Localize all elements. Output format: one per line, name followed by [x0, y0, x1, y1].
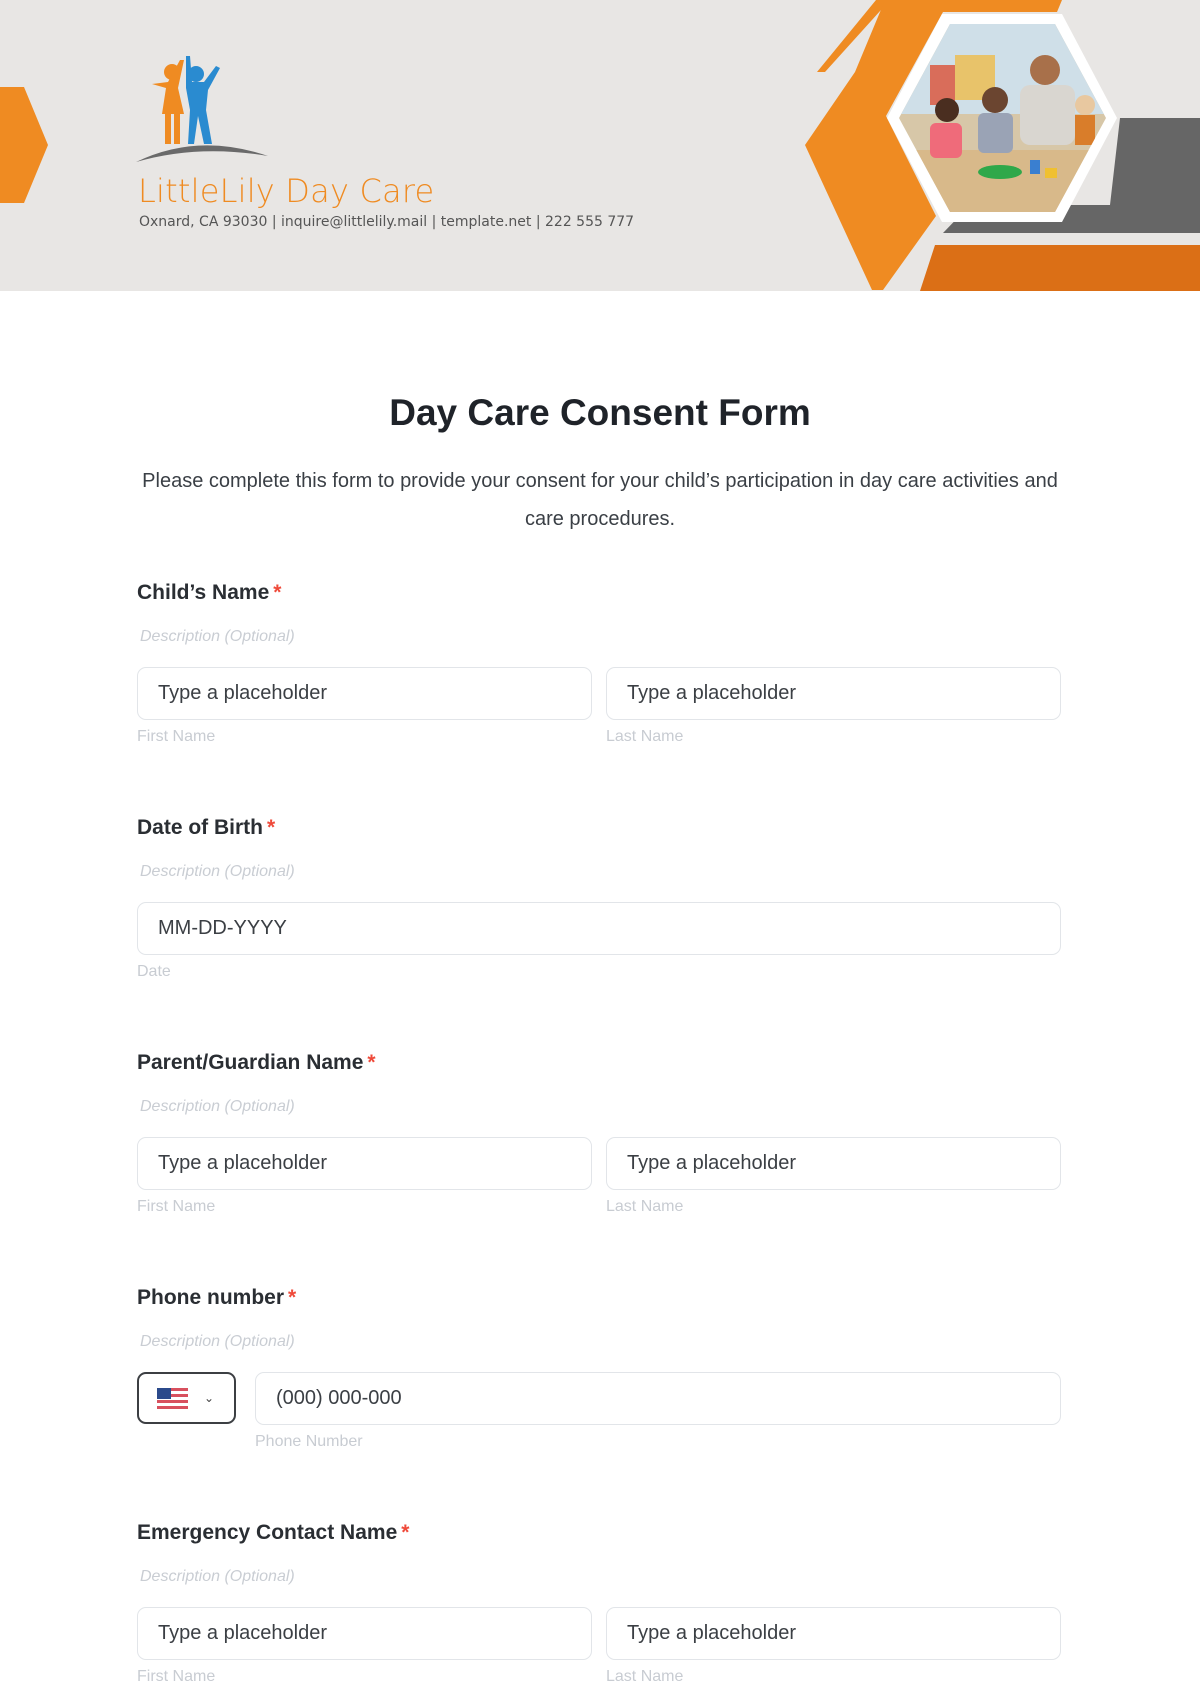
field-description[interactable]: Description (Optional) [140, 863, 295, 881]
field-label-text: Parent/Guardian Name [137, 1051, 364, 1074]
child-first-name-input[interactable]: Type a placeholder [137, 667, 592, 720]
phone-number-input[interactable]: (000) 000-000 [255, 1372, 1061, 1425]
brand-name: LittleLily Day Care [138, 172, 435, 210]
field-description[interactable]: Description (Optional) [140, 1568, 295, 1586]
chevron-down-icon: ⌄ [204, 1391, 215, 1405]
field-label-phone-number: Phone number * [137, 1286, 296, 1310]
sublabel-date: Date [137, 963, 171, 980]
required-marker: * [367, 1051, 376, 1074]
required-marker: * [273, 581, 282, 604]
required-marker: * [401, 1521, 410, 1544]
left-arrow-shape [0, 87, 48, 203]
brand-logo-icon [136, 56, 268, 162]
field-label-text: Child’s Name [137, 581, 270, 604]
field-label-text: Phone number [137, 1286, 285, 1309]
form-title: Day Care Consent Form [389, 392, 811, 433]
parent-first-name-input[interactable]: Type a placeholder [137, 1137, 592, 1190]
required-marker: * [288, 1286, 297, 1309]
sublabel-first-name: First Name [137, 728, 216, 745]
required-marker: * [267, 816, 276, 839]
emergency-last-name-input[interactable]: Type a placeholder [606, 1607, 1061, 1660]
parent-last-name-input[interactable]: Type a placeholder [606, 1137, 1061, 1190]
sublabel-phone-number: Phone Number [255, 1433, 363, 1450]
country-code-select[interactable]: ⌄ [137, 1372, 236, 1424]
form-subtitle: Please complete this form to provide you… [142, 470, 1058, 530]
sublabel-last-name: Last Name [606, 728, 684, 745]
field-label-text: Date of Birth [137, 816, 263, 839]
field-description[interactable]: Description (Optional) [140, 1098, 295, 1116]
field-description[interactable]: Description (Optional) [140, 1333, 295, 1351]
header-banner: LittleLily Day Care Oxnard, CA 93030 | i… [0, 0, 1200, 291]
child-last-name-input[interactable]: Type a placeholder [606, 667, 1061, 720]
emergency-first-name-input[interactable]: Type a placeholder [137, 1607, 592, 1660]
sublabel-last-name: Last Name [606, 1668, 684, 1685]
sublabel-first-name: First Name [137, 1198, 216, 1215]
sublabel-first-name: First Name [137, 1668, 216, 1685]
dark-orange-band-shape [920, 245, 1200, 291]
field-description[interactable]: Description (Optional) [140, 628, 295, 646]
field-label-emergency-contact-name: Emergency Contact Name * [137, 1521, 409, 1545]
field-label-parent-guardian-name: Parent/Guardian Name * [137, 1051, 376, 1075]
sublabel-last-name: Last Name [606, 1198, 684, 1215]
us-flag-icon [157, 1387, 188, 1409]
field-label-text: Emergency Contact Name [137, 1521, 398, 1544]
field-label-date-of-birth: Date of Birth * [137, 816, 275, 840]
field-label-child-name: Child’s Name * [137, 581, 281, 605]
brand-contact-info: Oxnard, CA 93030 | inquire@littlelily.ma… [139, 214, 635, 230]
date-of-birth-input[interactable]: MM-DD-YYYY [137, 902, 1061, 955]
